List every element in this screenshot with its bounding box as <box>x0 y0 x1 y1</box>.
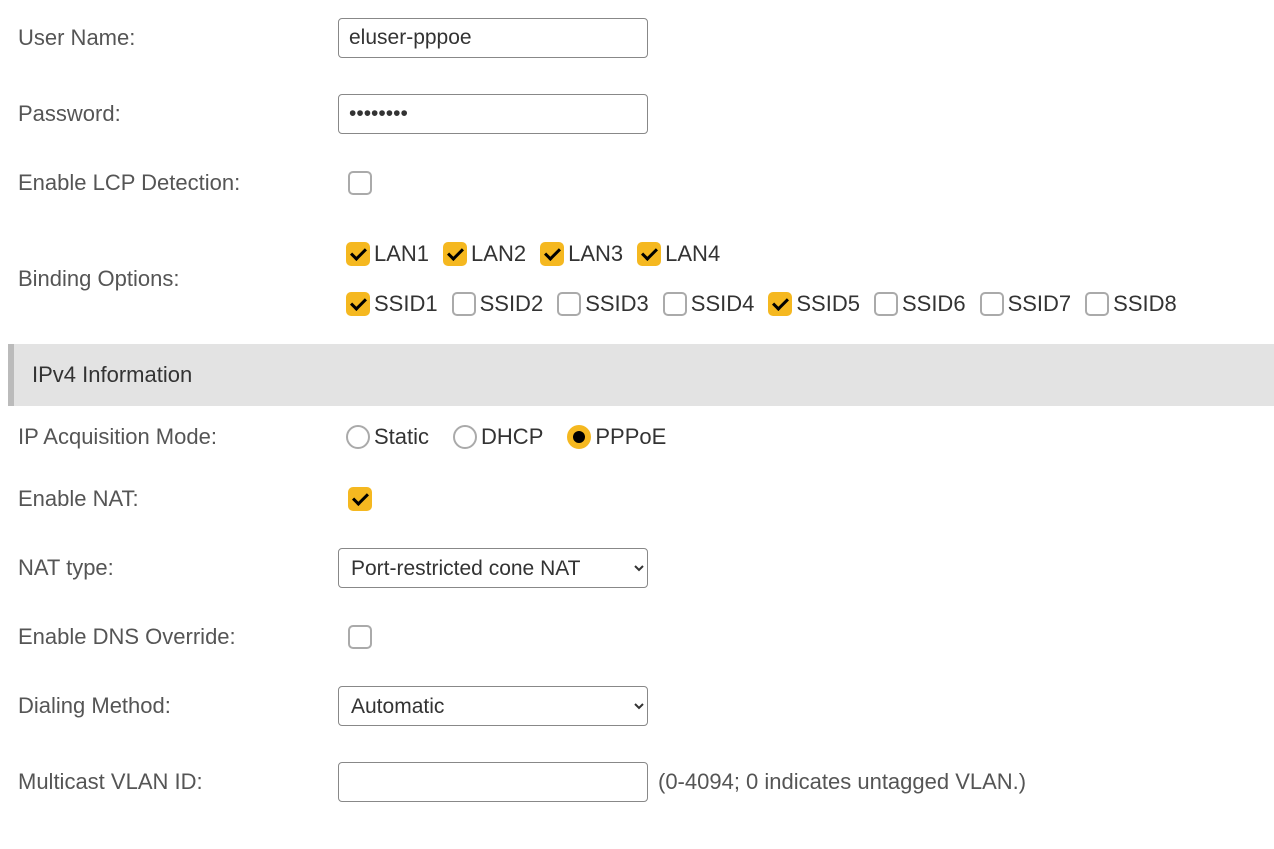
row-ip-mode: IP Acquisition Mode: Static DHCP PPPoE <box>0 406 1274 468</box>
binding-ssid8-checkbox[interactable] <box>1085 292 1109 316</box>
binding-lan1-checkbox[interactable] <box>346 242 370 266</box>
ip-mode-group: Static DHCP PPPoE <box>346 424 1256 450</box>
binding-ssid3-checkbox[interactable] <box>557 292 581 316</box>
binding-ssid8[interactable]: SSID8 <box>1085 282 1177 326</box>
binding-options-group: LAN1 LAN2 LAN3 LAN4 SSID1 SSID2 SSID3 SS… <box>338 232 1256 326</box>
ip-mode-static[interactable]: Static <box>346 424 429 450</box>
binding-lan3-label: LAN3 <box>568 232 623 276</box>
multicast-vlan-hint: (0-4094; 0 indicates untagged VLAN.) <box>658 769 1026 795</box>
ip-mode-static-radio[interactable] <box>346 425 370 449</box>
label-user-name: User Name: <box>18 25 338 51</box>
binding-lan2[interactable]: LAN2 <box>443 232 526 276</box>
label-enable-nat: Enable NAT: <box>18 486 338 512</box>
binding-lan1-label: LAN1 <box>374 232 429 276</box>
binding-ssid1[interactable]: SSID1 <box>346 282 438 326</box>
binding-ssid5[interactable]: SSID5 <box>768 282 860 326</box>
binding-ssid3[interactable]: SSID3 <box>557 282 649 326</box>
row-multicast-vlan: Multicast VLAN ID: (0-4094; 0 indicates … <box>0 744 1274 820</box>
ip-mode-pppoe-radio[interactable] <box>567 425 591 449</box>
password-input[interactable] <box>338 94 648 134</box>
row-nat-type: NAT type: Port-restricted cone NAT <box>0 530 1274 606</box>
binding-ssid2[interactable]: SSID2 <box>452 282 544 326</box>
row-enable-lcp: Enable LCP Detection: <box>0 152 1274 214</box>
binding-lan4-checkbox[interactable] <box>637 242 661 266</box>
binding-lan4[interactable]: LAN4 <box>637 232 720 276</box>
user-name-input[interactable] <box>338 18 648 58</box>
label-ip-mode: IP Acquisition Mode: <box>18 424 338 450</box>
binding-ssid5-checkbox[interactable] <box>768 292 792 316</box>
row-password: Password: <box>0 76 1274 152</box>
ip-mode-dhcp-label: DHCP <box>481 424 543 450</box>
label-password: Password: <box>18 101 338 127</box>
section-header-ipv4: IPv4 Information <box>8 344 1274 406</box>
label-enable-dns-override: Enable DNS Override: <box>18 624 338 650</box>
binding-ssid7-checkbox[interactable] <box>980 292 1004 316</box>
row-enable-nat: Enable NAT: <box>0 468 1274 530</box>
label-dialing-method: Dialing Method: <box>18 693 338 719</box>
row-binding-options: Binding Options: LAN1 LAN2 LAN3 LAN4 SSI… <box>0 214 1274 344</box>
ip-mode-dhcp[interactable]: DHCP <box>453 424 543 450</box>
row-dialing-method: Dialing Method: Automatic <box>0 668 1274 744</box>
binding-lan3[interactable]: LAN3 <box>540 232 623 276</box>
ip-mode-static-label: Static <box>374 424 429 450</box>
binding-ssid3-label: SSID3 <box>585 282 649 326</box>
enable-nat-checkbox[interactable] <box>348 487 372 511</box>
binding-ssid2-label: SSID2 <box>480 282 544 326</box>
binding-ssid8-label: SSID8 <box>1113 282 1177 326</box>
ip-mode-pppoe[interactable]: PPPoE <box>567 424 666 450</box>
binding-ssid6[interactable]: SSID6 <box>874 282 966 326</box>
ip-mode-pppoe-label: PPPoE <box>595 424 666 450</box>
binding-lan1[interactable]: LAN1 <box>346 232 429 276</box>
row-user-name: User Name: <box>0 0 1274 76</box>
binding-ssid4[interactable]: SSID4 <box>663 282 755 326</box>
multicast-vlan-input[interactable] <box>338 762 648 802</box>
label-enable-lcp: Enable LCP Detection: <box>18 170 338 196</box>
binding-ssid6-checkbox[interactable] <box>874 292 898 316</box>
binding-ssid6-label: SSID6 <box>902 282 966 326</box>
nat-type-select[interactable]: Port-restricted cone NAT <box>338 548 648 588</box>
binding-ssid7-label: SSID7 <box>1008 282 1072 326</box>
enable-dns-override-checkbox[interactable] <box>348 625 372 649</box>
binding-ssid2-checkbox[interactable] <box>452 292 476 316</box>
binding-ssid5-label: SSID5 <box>796 282 860 326</box>
binding-lan4-label: LAN4 <box>665 232 720 276</box>
binding-ssid1-label: SSID1 <box>374 282 438 326</box>
binding-ssid4-checkbox[interactable] <box>663 292 687 316</box>
binding-ssid1-checkbox[interactable] <box>346 292 370 316</box>
label-multicast-vlan: Multicast VLAN ID: <box>18 769 338 795</box>
binding-ssid4-label: SSID4 <box>691 282 755 326</box>
binding-lan2-checkbox[interactable] <box>443 242 467 266</box>
binding-ssid7[interactable]: SSID7 <box>980 282 1072 326</box>
dialing-method-select[interactable]: Automatic <box>338 686 648 726</box>
enable-lcp-checkbox[interactable] <box>348 171 372 195</box>
binding-lan3-checkbox[interactable] <box>540 242 564 266</box>
binding-lan2-label: LAN2 <box>471 232 526 276</box>
label-binding-options: Binding Options: <box>18 266 338 292</box>
ip-mode-dhcp-radio[interactable] <box>453 425 477 449</box>
row-enable-dns-override: Enable DNS Override: <box>0 606 1274 668</box>
label-nat-type: NAT type: <box>18 555 338 581</box>
